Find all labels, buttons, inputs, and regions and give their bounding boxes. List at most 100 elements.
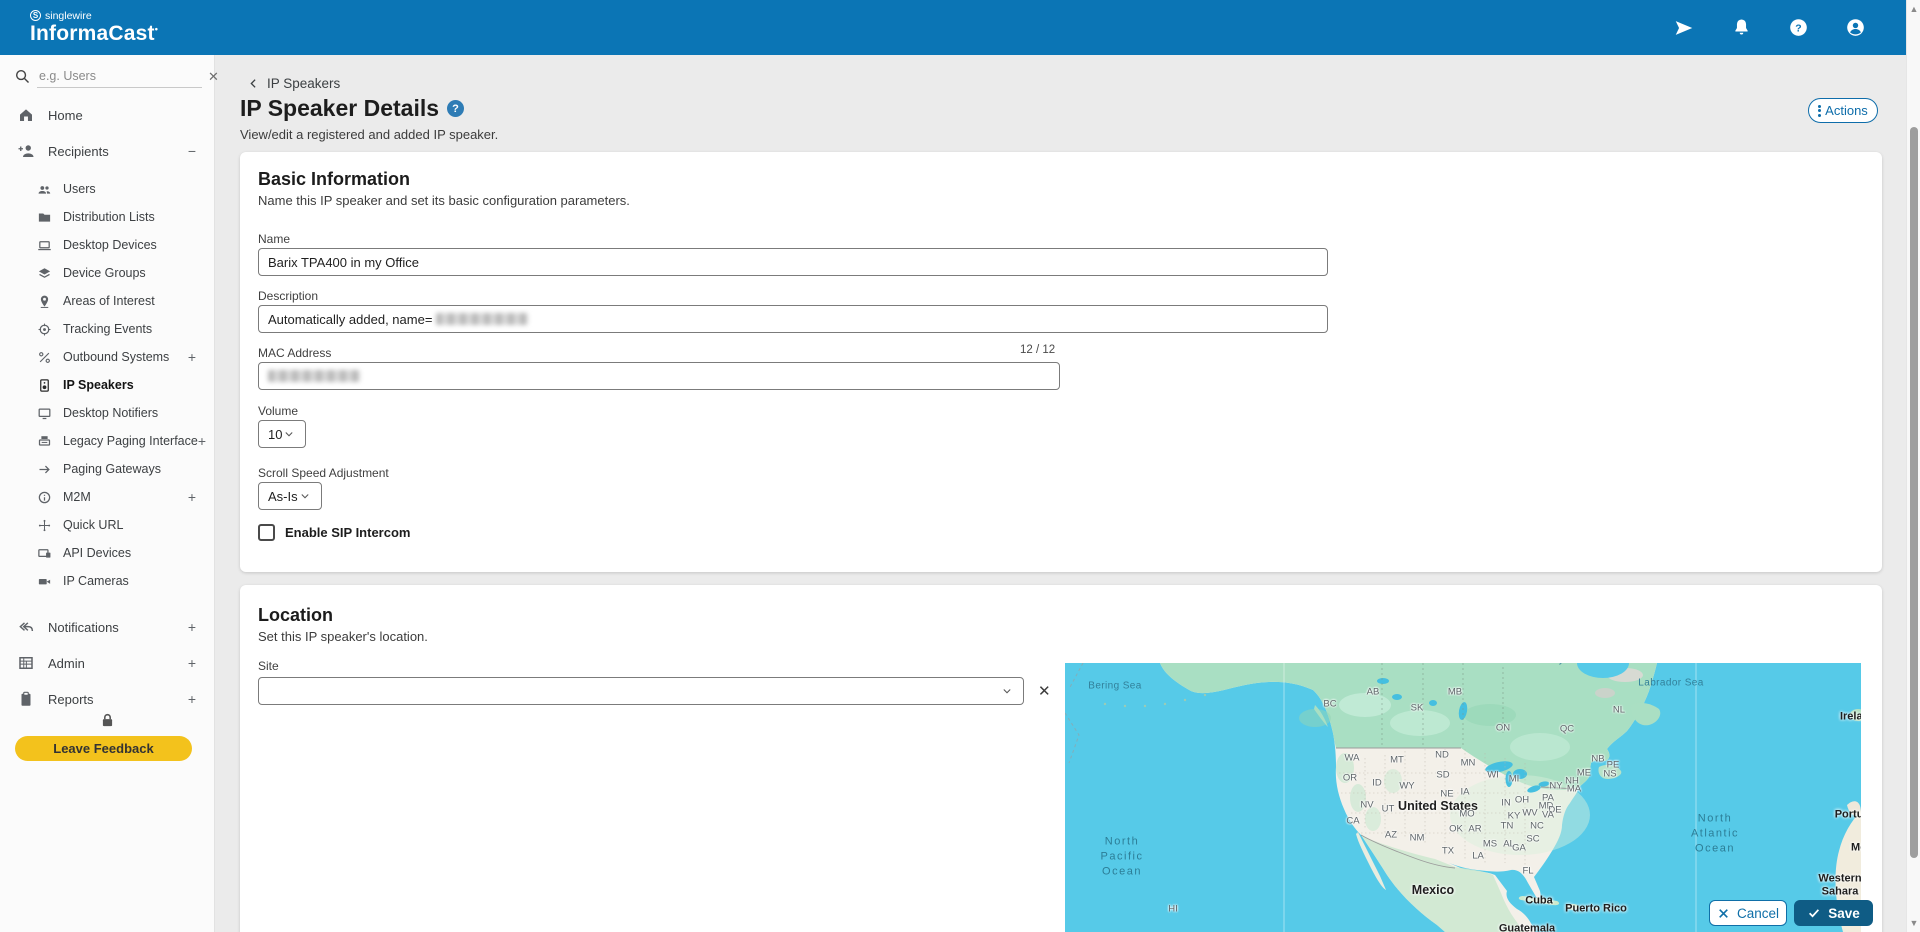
map-canvas bbox=[1065, 663, 1861, 932]
expand-icon[interactable]: + bbox=[188, 692, 196, 706]
basic-information-card: Basic Information Name this IP speaker a… bbox=[240, 152, 1882, 572]
scroll-speed-select[interactable]: As-Is bbox=[258, 482, 322, 510]
sidebar-item-outbound-systems[interactable]: Outbound Systems + bbox=[0, 343, 214, 371]
expand-icon[interactable]: + bbox=[188, 656, 196, 670]
actions-button-label: Actions bbox=[1825, 103, 1868, 118]
sidebar-item-recipients[interactable]: Recipients− bbox=[0, 133, 214, 169]
laptop-icon bbox=[37, 238, 52, 253]
actions-button[interactable]: Actions bbox=[1808, 98, 1878, 123]
name-label: Name bbox=[258, 232, 290, 246]
sidebar-item-label: Device Groups bbox=[63, 266, 146, 280]
cancel-button[interactable]: Cancel bbox=[1709, 900, 1787, 926]
enable-sip-checkbox[interactable] bbox=[258, 524, 275, 541]
sidebar-item-areas-of-interest[interactable]: Areas of Interest bbox=[0, 287, 214, 315]
sidebar-item-label: Tracking Events bbox=[63, 322, 152, 336]
pin-icon bbox=[37, 294, 52, 309]
bell-icon[interactable] bbox=[1731, 17, 1752, 38]
redacted-value bbox=[268, 370, 360, 382]
sidebar-item-ip-cameras[interactable]: IP Cameras bbox=[0, 567, 214, 595]
save-button[interactable]: Save bbox=[1794, 900, 1873, 926]
sidebar-search-input[interactable] bbox=[37, 65, 202, 88]
target-icon bbox=[37, 322, 52, 337]
main-content: IP Speakers IP Speaker Details ? View/ed… bbox=[215, 55, 1906, 932]
section-title-basic: Basic Information bbox=[258, 169, 410, 190]
collapse-icon[interactable]: − bbox=[188, 144, 196, 158]
page-scrollbar[interactable]: ▲ ▼ bbox=[1906, 0, 1920, 932]
site-clear-icon[interactable]: ✕ bbox=[1038, 682, 1051, 700]
send-icon[interactable] bbox=[1673, 17, 1695, 39]
sidebar-item-label: Outbound Systems bbox=[63, 350, 169, 364]
camera-icon bbox=[37, 574, 52, 589]
svg-text:?: ? bbox=[1795, 22, 1801, 34]
description-label: Description bbox=[258, 289, 318, 303]
page-title: IP Speaker Details bbox=[240, 95, 439, 122]
outbound-icon bbox=[37, 350, 52, 365]
save-button-label: Save bbox=[1828, 906, 1860, 921]
building-icon bbox=[17, 654, 35, 672]
sidebar-item-users[interactable]: Users bbox=[0, 175, 214, 203]
sidebar-item-label: Users bbox=[63, 182, 96, 196]
expand-icon[interactable]: + bbox=[188, 620, 196, 634]
folder-icon bbox=[37, 210, 52, 225]
expand-icon[interactable]: + bbox=[198, 434, 206, 448]
enable-sip-row: Enable SIP Intercom bbox=[258, 524, 410, 541]
sidebar-item-label: Desktop Devices bbox=[63, 238, 157, 252]
expand-icon[interactable]: + bbox=[188, 490, 196, 504]
close-icon bbox=[1717, 907, 1730, 920]
mac-address-input[interactable] bbox=[258, 362, 1060, 390]
users-icon bbox=[37, 182, 52, 197]
sidebar-item-label: Home bbox=[48, 108, 83, 123]
sidebar-item-distribution-lists[interactable]: Distribution Lists bbox=[0, 203, 214, 231]
help-icon[interactable]: ? bbox=[1788, 17, 1809, 38]
person-add-icon bbox=[17, 142, 35, 160]
leave-feedback-button[interactable]: Leave Feedback bbox=[15, 736, 192, 761]
top-app-bar: S singlewire InformaCast• ? bbox=[0, 0, 1906, 55]
mac-address-label: MAC Address bbox=[258, 346, 331, 360]
location-map[interactable]: Bering SeaHudson BayLabrador SeaNorth Pa… bbox=[1065, 663, 1861, 932]
sidebar-item-m2m[interactable]: M2M + bbox=[0, 483, 214, 511]
sidebar-item-tracking-events[interactable]: Tracking Events bbox=[0, 315, 214, 343]
clipboard-icon bbox=[17, 690, 35, 708]
sidebar-item-label: Areas of Interest bbox=[63, 294, 155, 308]
m2m-icon bbox=[37, 490, 52, 505]
speaker-icon bbox=[37, 378, 52, 393]
scroll-down-arrow[interactable]: ▼ bbox=[1907, 916, 1920, 930]
sidebar-item-api-devices[interactable]: API Devices bbox=[0, 539, 214, 567]
site-select[interactable] bbox=[258, 677, 1024, 705]
search-clear-icon[interactable]: ✕ bbox=[208, 70, 219, 83]
sidebar-item-label: Distribution Lists bbox=[63, 210, 155, 224]
scrollbar-thumb[interactable] bbox=[1910, 127, 1918, 858]
scroll-up-arrow[interactable]: ▲ bbox=[1907, 2, 1920, 16]
sidebar-item-paging-gateways[interactable]: Paging Gateways bbox=[0, 455, 214, 483]
description-input[interactable]: Automatically added, name= bbox=[258, 305, 1328, 333]
brand-large-text: InformaCast bbox=[30, 22, 155, 45]
sidebar-item-desktop-notifiers[interactable]: Desktop Notifiers bbox=[0, 399, 214, 427]
sidebar-item-quick-url[interactable]: Quick URL bbox=[0, 511, 214, 539]
sidebar-item-label: Paging Gateways bbox=[63, 462, 161, 476]
account-icon[interactable] bbox=[1845, 17, 1866, 38]
sidebar-item-device-groups[interactable]: Device Groups bbox=[0, 259, 214, 287]
sidebar-item-home[interactable]: Home bbox=[0, 97, 214, 133]
volume-select[interactable]: 10 bbox=[258, 420, 306, 448]
name-input[interactable]: Barix TPA400 in my Office bbox=[258, 248, 1328, 276]
sidebar-item-legacy-paging-interface[interactable]: Legacy Paging Interface+ bbox=[0, 427, 214, 455]
sidebar-item-label: M2M bbox=[63, 490, 91, 504]
sidebar-item-ip-speakers[interactable]: IP Speakers bbox=[0, 371, 214, 399]
title-help-icon[interactable]: ? bbox=[447, 100, 464, 117]
breadcrumb[interactable]: IP Speakers bbox=[247, 76, 340, 91]
api-devices-icon bbox=[37, 546, 52, 561]
sidebar-item-label: Desktop Notifiers bbox=[63, 406, 158, 420]
reply-all-icon bbox=[17, 618, 35, 636]
sidebar-nav-list: Home Recipients− Users Distribution Lists De… bbox=[0, 97, 214, 717]
chevron-down-icon bbox=[1000, 684, 1014, 698]
brand-small-text: singlewire bbox=[45, 10, 92, 22]
redacted-value bbox=[436, 313, 528, 325]
brand-logo[interactable]: S singlewire InformaCast• bbox=[30, 10, 158, 45]
mac-char-counter: 12 / 12 bbox=[1020, 344, 1055, 356]
check-icon bbox=[1807, 906, 1821, 920]
sidebar-item-desktop-devices[interactable]: Desktop Devices bbox=[0, 231, 214, 259]
sidebar-item-admin[interactable]: Admin+ bbox=[0, 645, 214, 681]
sidebar-item-notifications[interactable]: Notifications+ bbox=[0, 609, 214, 645]
expand-icon[interactable]: + bbox=[188, 350, 196, 364]
section-title-location: Location bbox=[258, 605, 333, 626]
